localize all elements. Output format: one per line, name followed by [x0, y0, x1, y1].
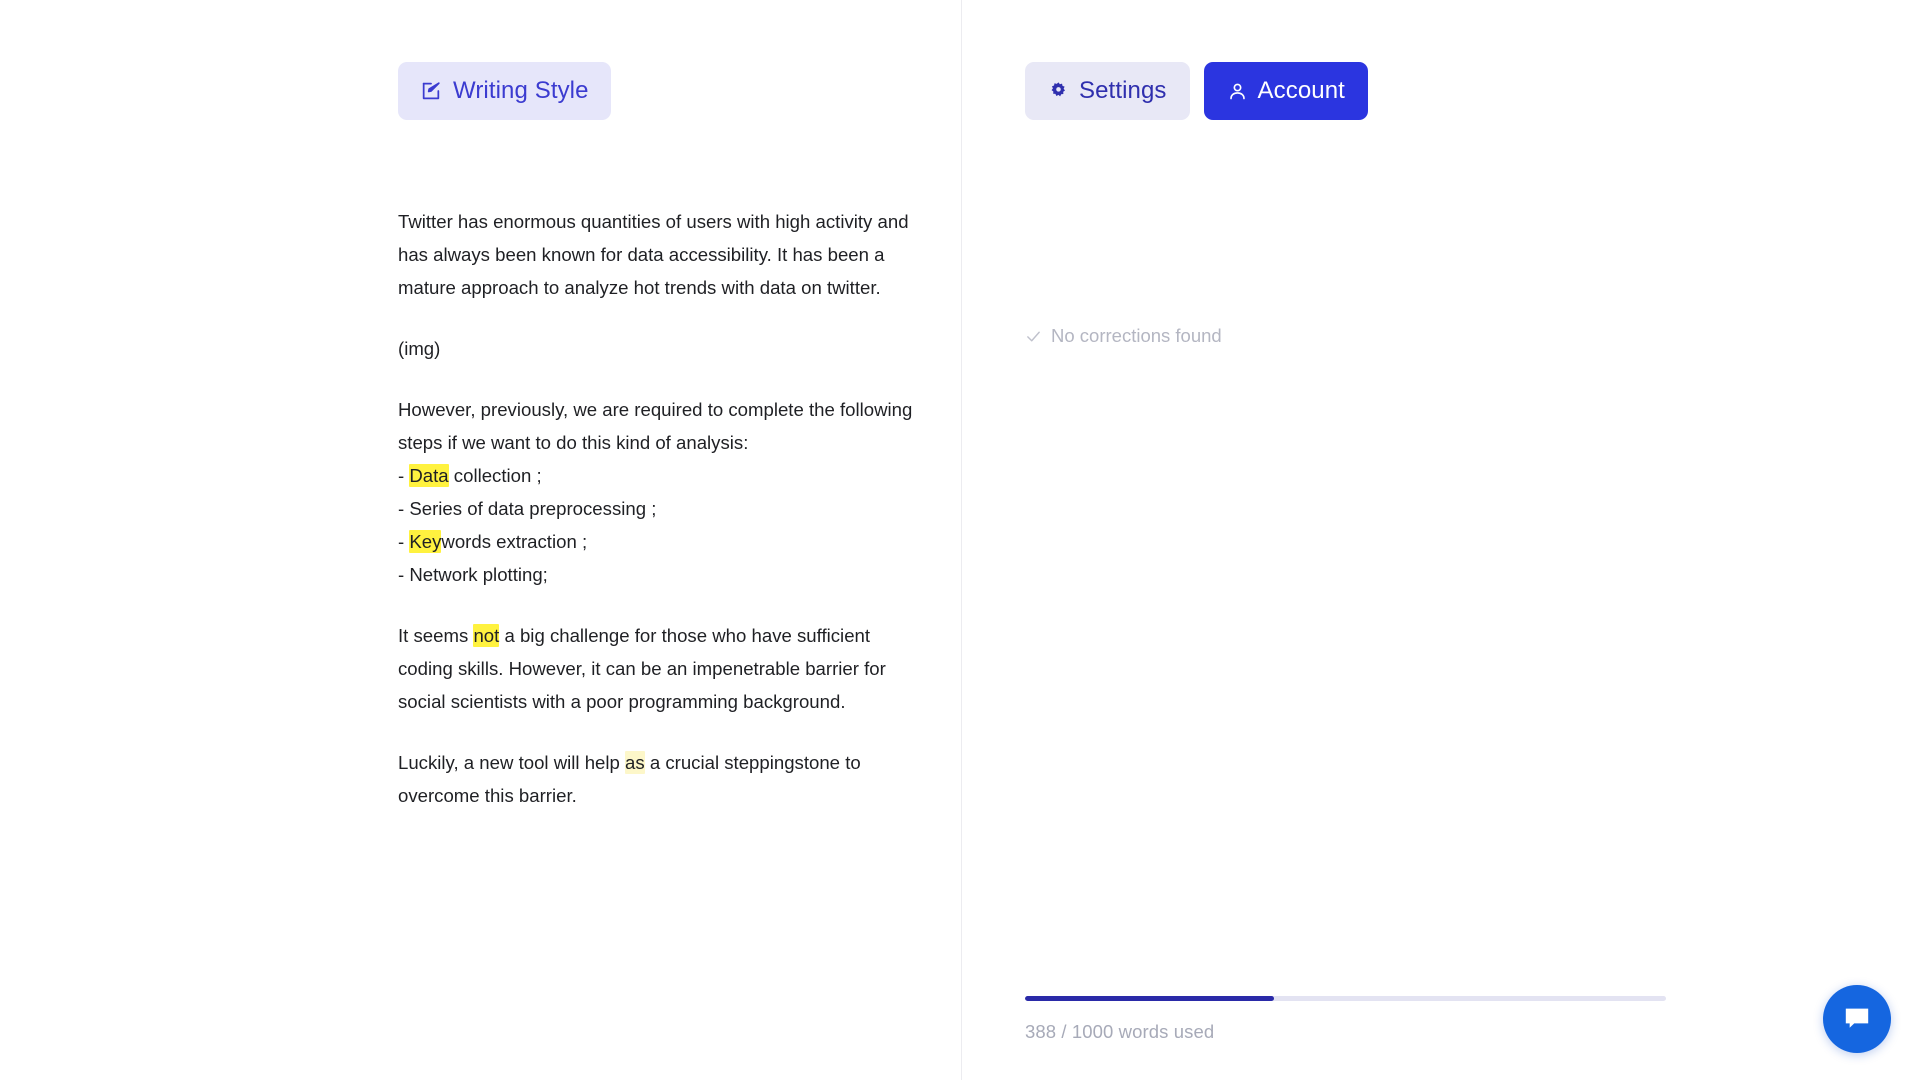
list-item: - Data collection ; [398, 459, 918, 492]
list-text: Series of data preprocessing ; [409, 498, 657, 519]
word-usage-progress-bar [1025, 996, 1666, 1001]
settings-label: Settings [1079, 77, 1167, 104]
corrections-status: No corrections found [1025, 325, 1222, 347]
list-text: collection ; [448, 465, 542, 486]
editor-pane: Writing Style Twitter has enormous quant… [0, 0, 962, 1080]
list-item: - Series of data preprocessing ; [398, 492, 918, 525]
chat-support-button[interactable] [1823, 985, 1891, 1053]
word-usage-progress-fill [1025, 996, 1274, 1001]
highlighted-word: Key [409, 530, 442, 553]
edit-square-icon [420, 80, 442, 102]
highlighted-word: Data [409, 464, 449, 487]
account-label: Account [1257, 77, 1345, 104]
list-item: - Keywords extraction ; [398, 525, 918, 558]
sidebar-toolbar: Settings Account [1025, 62, 1368, 120]
paragraph-intro: Twitter has enormous quantities of users… [398, 211, 909, 298]
gear-icon [1048, 81, 1069, 102]
writing-style-button[interactable]: Writing Style [398, 62, 611, 120]
paragraph-conclusion-part-a: Luckily, a new tool will help [398, 752, 626, 773]
list-bullet: - [398, 498, 410, 519]
list-bullet: - [398, 531, 410, 552]
list-text: words extraction ; [441, 531, 588, 552]
document-body[interactable]: Twitter has enormous quantities of users… [398, 205, 918, 840]
writing-style-label: Writing Style [453, 77, 589, 104]
paragraph-image-placeholder: (img) [398, 338, 441, 359]
list-bullet: - [398, 465, 410, 486]
account-button[interactable]: Account [1203, 62, 1368, 120]
highlighted-word-soft: as [625, 751, 645, 774]
word-usage-label: 388 / 1000 words used [1025, 1021, 1215, 1042]
user-icon [1227, 81, 1248, 102]
paragraph-challenge-part-a: It seems [398, 625, 474, 646]
settings-button[interactable]: Settings [1025, 62, 1190, 120]
steps-list: - Data collection ; - Series of data pre… [398, 459, 918, 591]
check-icon [1025, 328, 1042, 345]
list-text: Network plotting; [409, 564, 548, 585]
usage-block: 388 / 1000 words used [1025, 996, 1666, 1043]
sidebar-pane: Settings Account No corrections found 38… [962, 0, 1920, 1080]
app-root: Writing Style Twitter has enormous quant… [0, 0, 1920, 1080]
paragraph-conclusion: Luckily, a new tool will help as a cruci… [398, 746, 918, 812]
list-bullet: - [398, 564, 410, 585]
paragraph-challenge: It seems not a big challenge for those w… [398, 619, 918, 718]
list-item: - Network plotting; [398, 558, 918, 591]
corrections-status-label: No corrections found [1051, 325, 1222, 346]
paragraph-steps-lead: However, previously, we are required to … [398, 399, 913, 453]
chat-bubble-icon [1841, 1003, 1873, 1035]
highlighted-word: not [473, 624, 500, 647]
